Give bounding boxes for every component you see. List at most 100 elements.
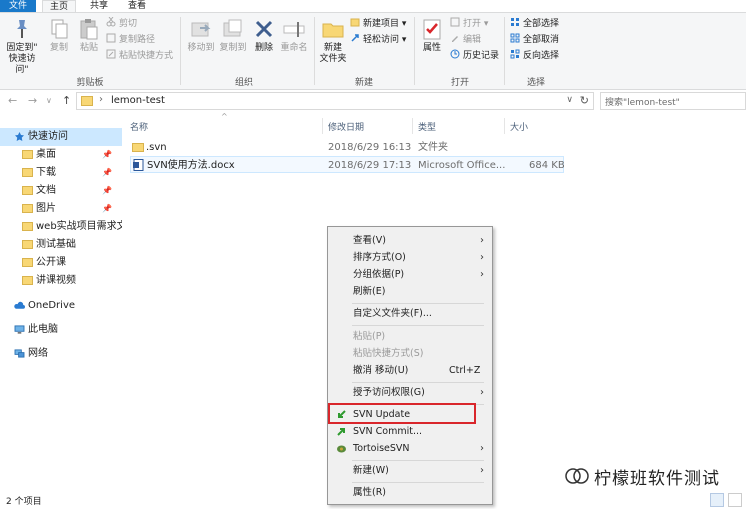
menu-separator — [352, 303, 484, 304]
refresh-icon[interactable]: ↻ — [580, 94, 589, 107]
nav-onedrive-label: OneDrive — [28, 300, 76, 311]
search-placeholder: 搜索"lemon-test" — [605, 98, 680, 108]
nav-item-label: web实战项目需求文 — [36, 221, 122, 232]
menu-item-grant-access[interactable]: 授予访问权限(G) › — [328, 384, 492, 401]
column-header-type[interactable]: 类型 — [418, 120, 436, 133]
address-bar[interactable]: › lemon-test ∨ ↻ — [76, 92, 594, 110]
invert-selection-button[interactable]: 反向选择 — [510, 49, 559, 63]
svn-commit-arrow-icon — [337, 428, 345, 436]
menu-item-refresh[interactable]: 刷新(E) — [328, 283, 492, 300]
pin-icon: 📌 — [102, 186, 112, 195]
cloud-icon — [14, 301, 25, 309]
history-button[interactable]: 历史记录 — [450, 49, 499, 63]
file-row-docx[interactable]: SVN使用方法.docx 2018/6/29 17:13 Microsoft O… — [130, 156, 565, 173]
copy-path-button[interactable]: 复制路径 — [106, 33, 155, 47]
address-dropdown-icon[interactable]: ∨ — [566, 95, 573, 105]
file-row-svn[interactable]: .svn 2018/6/29 16:13 文件夹 — [130, 139, 564, 156]
large-icons-view-icon[interactable] — [728, 493, 742, 507]
edit-button[interactable]: 编辑 — [450, 33, 481, 47]
easy-access-button[interactable]: 轻松访问 ▾ — [350, 33, 406, 47]
nav-item-label: 桌面 — [36, 149, 56, 160]
details-view-icon[interactable] — [710, 493, 724, 507]
pin-label-1: 固定到" — [6, 43, 38, 53]
select-none-button[interactable]: 全部取消 — [510, 33, 559, 47]
menu-item-sort[interactable]: 排序方式(O) › — [328, 249, 492, 266]
properties-button[interactable]: 属性 — [418, 17, 446, 54]
nav-item-web-project[interactable]: web实战项目需求文 — [0, 218, 122, 236]
computer-icon — [14, 325, 25, 334]
file-name: SVN使用方法.docx — [147, 160, 235, 171]
nav-item-label: 公开课 — [36, 257, 66, 268]
column-header-size[interactable]: 大小 — [510, 120, 528, 133]
copy-button[interactable]: 复制 — [44, 17, 74, 54]
ribbon-separator — [414, 17, 415, 85]
menu-item-view[interactable]: 查看(V) › — [328, 232, 492, 249]
menu-item-undo-move[interactable]: 撤消 移动(U) Ctrl+Z — [328, 362, 492, 379]
chevron-right-icon: › — [480, 252, 484, 263]
select-group-label: 选择 — [526, 78, 545, 88]
copy-icon — [51, 19, 68, 39]
nav-onedrive[interactable]: OneDrive — [0, 297, 122, 315]
tab-share[interactable]: 共享 — [84, 0, 114, 12]
open-button[interactable]: 打开 ▾ — [450, 17, 488, 31]
tab-file[interactable]: 文件 — [0, 0, 36, 12]
search-input[interactable]: 搜索"lemon-test" — [600, 92, 746, 110]
menu-separator — [352, 482, 484, 483]
forward-arrow-icon[interactable]: → — [28, 94, 37, 107]
recent-chevron-down-icon[interactable]: ∨ — [46, 96, 52, 105]
menu-item-svn-commit[interactable]: SVN Commit... — [328, 423, 492, 440]
menu-item-customize-folder[interactable]: 自定义文件夹(F)... — [328, 305, 492, 322]
nav-item-downloads[interactable]: 下载 📌 — [0, 164, 122, 182]
column-header-date[interactable]: 修改日期 — [328, 120, 364, 133]
pin-quick-access-button[interactable]: 固定到" 快速访问" — [2, 17, 42, 76]
copy-to-button[interactable]: 复制到 — [216, 17, 250, 54]
menu-item-label: 分组依据(P) — [353, 269, 405, 280]
new-item-button[interactable]: 新建项目 ▾ — [350, 17, 406, 31]
nav-network[interactable]: 网络 — [0, 345, 122, 363]
pin-icon — [17, 20, 27, 38]
move-to-icon — [191, 22, 211, 37]
nav-item-open-class[interactable]: 公开课 — [0, 254, 122, 272]
edit-icon — [452, 36, 458, 42]
nav-item-pictures[interactable]: 图片 📌 — [0, 200, 122, 218]
column-header-name[interactable]: 名称 — [130, 120, 148, 133]
nav-item-desktop[interactable]: 桌面 📌 — [0, 146, 122, 164]
pin-icon: 📌 — [102, 150, 112, 159]
move-to-label: 移动到 — [187, 43, 215, 53]
scissors-icon — [106, 17, 116, 27]
chevron-right-icon: › — [480, 235, 484, 246]
new-folder-label-1: 新建 — [323, 43, 342, 53]
tab-home[interactable]: 主页 — [42, 0, 76, 12]
rename-button[interactable]: 重命名 — [278, 17, 310, 54]
menu-item-shortcut: Ctrl+Z — [449, 365, 481, 376]
menu-item-new[interactable]: 新建(W) › — [328, 462, 492, 479]
paste-shortcut-button[interactable]: 粘贴快捷方式 — [106, 49, 173, 63]
cut-button[interactable]: 剪切 — [106, 17, 137, 31]
new-folder-button[interactable]: 新建 文件夹 — [318, 17, 348, 65]
nav-item-lecture-videos[interactable]: 讲课视频 — [0, 272, 122, 290]
new-group-label: 新建 — [354, 78, 373, 88]
menu-item-tortoisesvn[interactable]: TortoiseSVN › — [328, 440, 492, 457]
delete-button[interactable]: 删除 — [250, 17, 278, 54]
open-group-label: 打开 — [450, 78, 469, 88]
menu-item-group-by[interactable]: 分组依据(P) › — [328, 266, 492, 283]
nav-item-documents[interactable]: 文档 📌 — [0, 182, 122, 200]
menu-item-properties[interactable]: 属性(R) — [328, 484, 492, 501]
menu-item-label: 授予访问权限(G) — [353, 387, 425, 398]
menu-item-paste-shortcut[interactable]: 粘贴快捷方式(S) — [328, 345, 492, 362]
tab-view[interactable]: 查看 — [122, 0, 152, 12]
pin-icon: 📌 — [102, 168, 112, 177]
back-arrow-icon[interactable]: ← — [8, 94, 17, 107]
nav-this-pc[interactable]: 此电脑 — [0, 321, 122, 339]
rename-label: 重命名 — [280, 43, 308, 53]
up-arrow-icon[interactable]: ↑ — [62, 94, 71, 107]
nav-item-test-basics[interactable]: 测试基础 — [0, 236, 122, 254]
sort-ascending-icon: ^ — [221, 112, 228, 121]
folder-icon — [22, 258, 33, 267]
select-all-button[interactable]: 全部选择 — [510, 17, 559, 31]
move-to-button[interactable]: 移动到 — [184, 17, 218, 54]
nav-quick-access[interactable]: 快速访问 — [0, 128, 122, 146]
menu-item-paste[interactable]: 粘贴(P) — [328, 328, 492, 345]
paste-button[interactable]: 粘贴 — [74, 17, 104, 54]
delete-x-icon — [255, 20, 273, 38]
